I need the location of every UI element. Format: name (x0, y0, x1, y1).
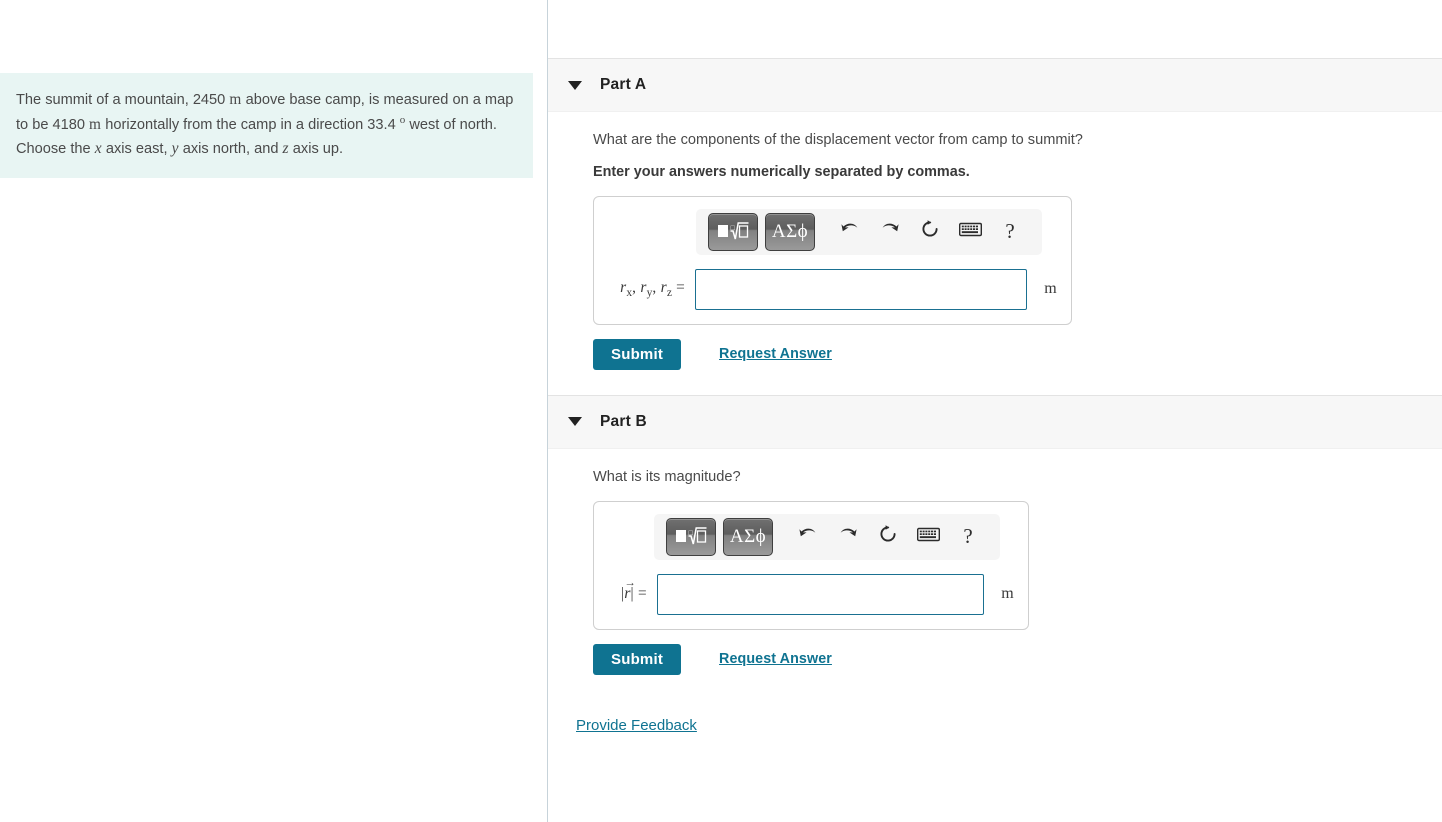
reset-button-b[interactable] (868, 519, 908, 555)
part-a-request-answer-link[interactable]: Request Answer (719, 346, 832, 362)
problem-statement-box: The summit of a mountain, 2450 m above b… (0, 73, 533, 178)
keyboard-icon-b (916, 527, 940, 547)
template-matrix-root-button[interactable]: □ (708, 212, 758, 251)
axis-label-y: y (171, 140, 179, 158)
greek-letters-icon-b: ΑΣϕ (729, 526, 767, 548)
chevron-down-icon-part-a[interactable] (568, 80, 582, 90)
part-b-answer-input[interactable] (656, 573, 985, 615)
footer: Provide Feedback (548, 675, 1442, 735)
unit-meters-1: m (229, 91, 242, 108)
axis-label-x: x (94, 140, 102, 158)
greek-symbols-button[interactable]: ΑΣϕ (765, 212, 815, 251)
provide-feedback-link[interactable]: Provide Feedback (576, 717, 697, 734)
reset-icon-b (878, 524, 898, 549)
undo-button[interactable] (830, 214, 870, 250)
problem-pane: The summit of a mountain, 2450 m above b… (0, 0, 548, 822)
greek-letters-icon: ΑΣϕ (771, 221, 809, 243)
part-a-answer-box: □ ΑΣϕ ? rx, ry, rz = m (593, 195, 1072, 325)
greek-symbols-button-b[interactable]: ΑΣϕ (723, 517, 773, 556)
problem-text-segment-7: axis up. (288, 141, 344, 158)
part-a-input-row: rx, ry, rz = m (608, 268, 1057, 310)
part-b-input-row: | → r| = m (608, 573, 1014, 615)
part-a-answer-input[interactable] (695, 268, 1028, 310)
page-root: The summit of a mountain, 2450 m above b… (0, 0, 1442, 822)
part-b-body: What is its magnitude? □ ΑΣϕ ? | → r| = … (548, 449, 1442, 675)
reset-button[interactable] (910, 214, 950, 250)
part-b-actions: Submit Request Answer (593, 643, 1442, 675)
part-a-unit: m (1044, 280, 1057, 298)
template-matrix-root-button-b[interactable]: □ (666, 517, 716, 556)
help-button-b[interactable]: ? (948, 519, 988, 555)
problem-text-segment-1: The summit of a mountain, 2450 (16, 92, 230, 108)
part-a-actions: Submit Request Answer (593, 338, 1442, 370)
part-a-answer-label: rx, ry, rz = (620, 279, 686, 300)
keyboard-button[interactable] (950, 214, 990, 250)
part-b-request-answer-link[interactable]: Request Answer (719, 651, 832, 667)
part-b-unit: m (1001, 585, 1014, 603)
unit-meters-2: m (89, 116, 102, 134)
nth-root-icon: □ (717, 221, 749, 242)
part-a-math-toolbar: □ ΑΣϕ ? (696, 208, 1042, 255)
redo-icon (880, 220, 900, 243)
undo-icon-b (798, 525, 818, 548)
answer-pane: Part A What are the components of the di… (548, 0, 1442, 822)
problem-statement-text: The summit of a mountain, 2450 m above b… (16, 88, 517, 162)
part-b-submit-button[interactable]: Submit (593, 643, 682, 675)
part-a-body: What are the components of the displacem… (548, 112, 1442, 370)
help-button[interactable]: ? (990, 214, 1030, 250)
part-b-header[interactable]: Part B (548, 394, 1442, 449)
problem-text-segment-5: axis east, (101, 141, 172, 158)
part-b-answer-box: □ ΑΣϕ ? | → r| = m (593, 500, 1029, 630)
problem-text-segment-6: axis north, and (178, 141, 283, 158)
part-a-question: What are the components of the displacem… (593, 132, 1083, 148)
redo-button[interactable] (870, 214, 910, 250)
part-a-title: Part A (600, 76, 647, 93)
part-a-header[interactable]: Part A (548, 58, 1442, 112)
undo-icon (840, 220, 860, 243)
part-b-question: What is its magnitude? (593, 468, 741, 485)
keyboard-icon (958, 222, 982, 242)
keyboard-button-b[interactable] (908, 519, 948, 555)
reset-icon (920, 219, 940, 244)
problem-text-segment-3: horizontally from the camp in a directio… (101, 117, 400, 134)
part-b-title: Part B (600, 412, 647, 430)
redo-button-b[interactable] (828, 519, 868, 555)
redo-icon-b (838, 525, 858, 548)
part-b-answer-label: | → r| = (620, 577, 647, 603)
undo-button-b[interactable] (788, 519, 828, 555)
chevron-down-icon-part-b[interactable] (568, 417, 582, 427)
part-a-submit-button[interactable]: Submit (593, 338, 682, 370)
part-b-math-toolbar: □ ΑΣϕ ? (654, 513, 1000, 560)
part-a-instruction: Enter your answers numerically separated… (593, 163, 970, 180)
nth-root-icon-b: □ (675, 526, 707, 547)
